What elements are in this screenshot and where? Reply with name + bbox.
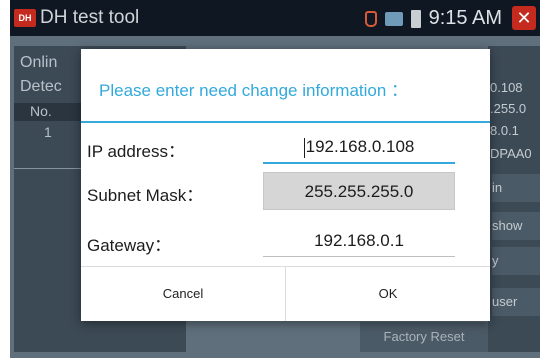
background-online-label: Onlin xyxy=(20,54,58,71)
factory-reset-button[interactable]: Factory Reset xyxy=(360,322,488,352)
background-show-button[interactable]: show xyxy=(492,212,540,240)
background-admin-button[interactable]: in xyxy=(492,174,540,202)
title-bar: DH DH test tool 9:15 AM ✕ xyxy=(10,0,540,36)
background-detect-label: Detec xyxy=(20,78,62,95)
gateway-input[interactable]: 192.168.0.1 xyxy=(263,226,455,257)
ok-button[interactable]: OK xyxy=(286,267,490,321)
title-divider xyxy=(81,121,490,123)
clock: 9:15 AM xyxy=(428,7,502,29)
background-user-button[interactable]: user xyxy=(492,288,540,316)
cancel-button[interactable]: Cancel xyxy=(81,267,285,321)
gateway-label: Gateway： xyxy=(87,236,172,255)
status-icons: 9:15 AM xyxy=(364,7,502,30)
ip-address-input[interactable]: 192.168.0.108 xyxy=(263,132,455,164)
background-gateway-value: 8.0.1 xyxy=(490,123,519,138)
background-modify-button[interactable]: y xyxy=(492,247,540,275)
background-row-number: 1 xyxy=(44,124,52,140)
background-column-no: No. xyxy=(30,103,52,119)
text-cursor xyxy=(303,137,305,158)
background-device-id: DPAA0 xyxy=(490,146,532,161)
app-logo: DH xyxy=(14,9,36,27)
ip-address-label: IP address： xyxy=(87,142,185,161)
close-icon[interactable]: ✕ xyxy=(512,6,536,30)
dialog-title: Please enter need change information ： xyxy=(99,81,409,100)
ip-address-value: 192.168.0.108 xyxy=(305,137,415,156)
subnet-mask-field[interactable]: 255.255.255.0 xyxy=(263,172,455,210)
change-info-dialog: Please enter need change information ： I… xyxy=(81,49,490,321)
subnet-mask-label: Subnet Mask： xyxy=(87,186,204,205)
battery-icon xyxy=(410,9,421,28)
app-title: DH test tool xyxy=(40,7,140,28)
background-mask-value: .255.0 xyxy=(490,101,527,116)
alarm-icon xyxy=(364,10,377,27)
background-ip-value: 0.108 xyxy=(490,80,523,95)
network-icon xyxy=(384,11,403,26)
